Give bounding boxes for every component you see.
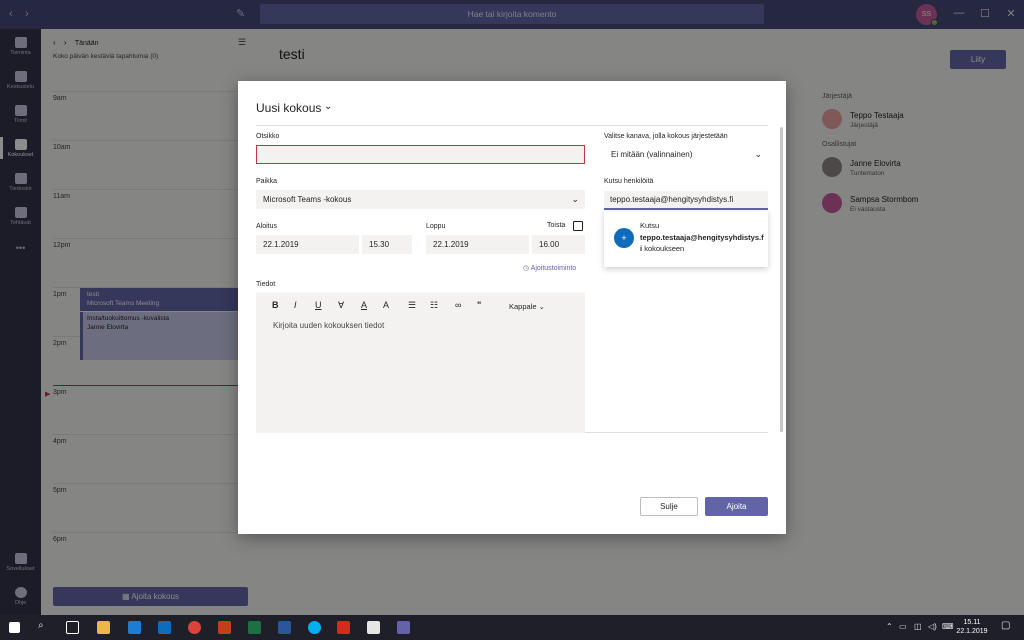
excel-icon[interactable] [248,621,261,634]
suggestion-text: Kutsu teppo.testaaja@hengitysyhdistys.fi… [640,220,764,255]
word-icon[interactable] [278,621,291,634]
channel-select[interactable]: Ei mitään (valinnainen) ⌄ [604,145,768,164]
end-label: Loppu [426,223,446,230]
chrome-icon[interactable] [188,621,201,634]
paragraph-style-select[interactable]: Kappale ⌄ [509,302,545,311]
start-time-input[interactable]: 15.30 [362,235,412,254]
start-date-input[interactable]: 22.1.2019 [256,235,359,254]
quote-icon[interactable]: " [477,300,481,310]
repeat-label: Toista [547,222,566,229]
title-input[interactable] [256,145,585,164]
clock-date: 22.1.2019 [956,628,988,635]
highlight-icon[interactable]: ∀ [338,300,344,311]
new-meeting-dialog: Uusi kokous ⌄ Otsikko Valitse kanava, jo… [238,81,786,534]
repeat-checkbox[interactable] [573,221,583,231]
details-label: Tiedot [256,281,276,288]
channel-value: Ei mitään (valinnainen) [611,150,693,159]
location-label: Paikka [256,178,278,185]
schedule-button[interactable]: Ajoita [705,497,768,516]
task-view-icon[interactable] [66,621,79,634]
skype-icon[interactable] [308,621,321,634]
numbered-list-icon[interactable]: ☷ [430,300,438,311]
close-button[interactable]: Sulje [640,497,698,516]
suggestion-prefix: Kutsu [640,221,660,230]
chevron-down-icon: ⌄ [754,149,762,159]
link-icon[interactable]: ∞ [455,300,461,310]
volume-icon[interactable]: ◁) [928,622,937,631]
suggestion-suffix: kokoukseen [644,244,685,253]
font-color-icon[interactable]: A [361,300,367,310]
title-label: Otsikko [256,133,280,140]
location-value: Microsoft Teams -kokous [263,195,352,204]
teams-taskbar-icon[interactable] [397,621,410,634]
channel-label: Valitse kanava, jolla kokous järjestetää… [604,133,728,140]
bullet-list-icon[interactable]: ☰ [408,300,416,311]
side-panel [585,293,768,433]
scrollbar[interactable] [780,127,783,432]
scheduling-assistant-link[interactable]: ◷ Ajoitustoiminto [523,264,576,272]
chevron-down-icon[interactable]: ⌄ [324,101,332,112]
notifications-icon[interactable]: ▢ [1001,620,1010,631]
paragraph-style-value: Kappale [509,302,537,311]
underline-icon[interactable]: U [315,300,322,310]
add-person-icon: + [614,228,634,248]
scheduling-assistant-label: Ajoitustoiminto [530,265,577,272]
font-size-icon[interactable]: A [383,300,389,310]
teams-app: ‹ › ✎ Hae tai kirjoita komento SS — ☐ ✕ … [0,0,1024,615]
acrobat-icon[interactable] [337,621,350,634]
location-select[interactable]: Microsoft Teams -kokous ⌄ [256,190,585,209]
end-date-input[interactable]: 22.1.2019 [426,235,529,254]
chevron-down-icon: ⌄ [571,194,579,204]
details-editor[interactable]: B I U ∀ A A ☰ ☷ ∞ " Kappale ⌄ Kirjoita u… [256,293,585,433]
clock-time: 15.11 [963,619,981,626]
photos-icon[interactable] [367,621,380,634]
start-label: Aloitus [256,223,278,230]
invite-input[interactable]: teppo.testaaja@hengitysyhdistys.fi [604,191,768,210]
file-explorer-icon[interactable] [97,621,110,634]
powerpoint-icon[interactable] [218,621,231,634]
end-time-input[interactable]: 16.00 [532,235,585,254]
details-placeholder: Kirjoita uuden kokouksen tiedot [273,321,385,330]
italic-icon[interactable]: I [294,300,297,310]
search-icon[interactable]: ⌕ [38,620,44,631]
invite-label: Kutsu henkilöitä [604,178,654,185]
chevron-up-icon[interactable]: ⌃ [886,622,893,631]
windows-start-icon[interactable] [9,622,20,633]
taskbar-clock[interactable]: 15.11 22.1.2019 [952,618,992,636]
divider [256,125,768,126]
windows-taskbar: ⌕ ⌃ ▭ ◫ ◁) ⌨ 15.11 22.1.2019 ▢ [0,615,1024,640]
edge-icon[interactable] [128,621,141,634]
battery-icon[interactable]: ▭ [899,622,907,631]
dialog-title: Uusi kokous [256,101,322,115]
clock-icon: ◷ [523,265,531,272]
outlook-icon[interactable] [158,621,171,634]
bold-icon[interactable]: B [272,300,279,310]
network-icon[interactable]: ◫ [914,622,922,631]
invite-suggestion[interactable]: + Kutsu teppo.testaaja@hengitysyhdistys.… [604,211,768,267]
